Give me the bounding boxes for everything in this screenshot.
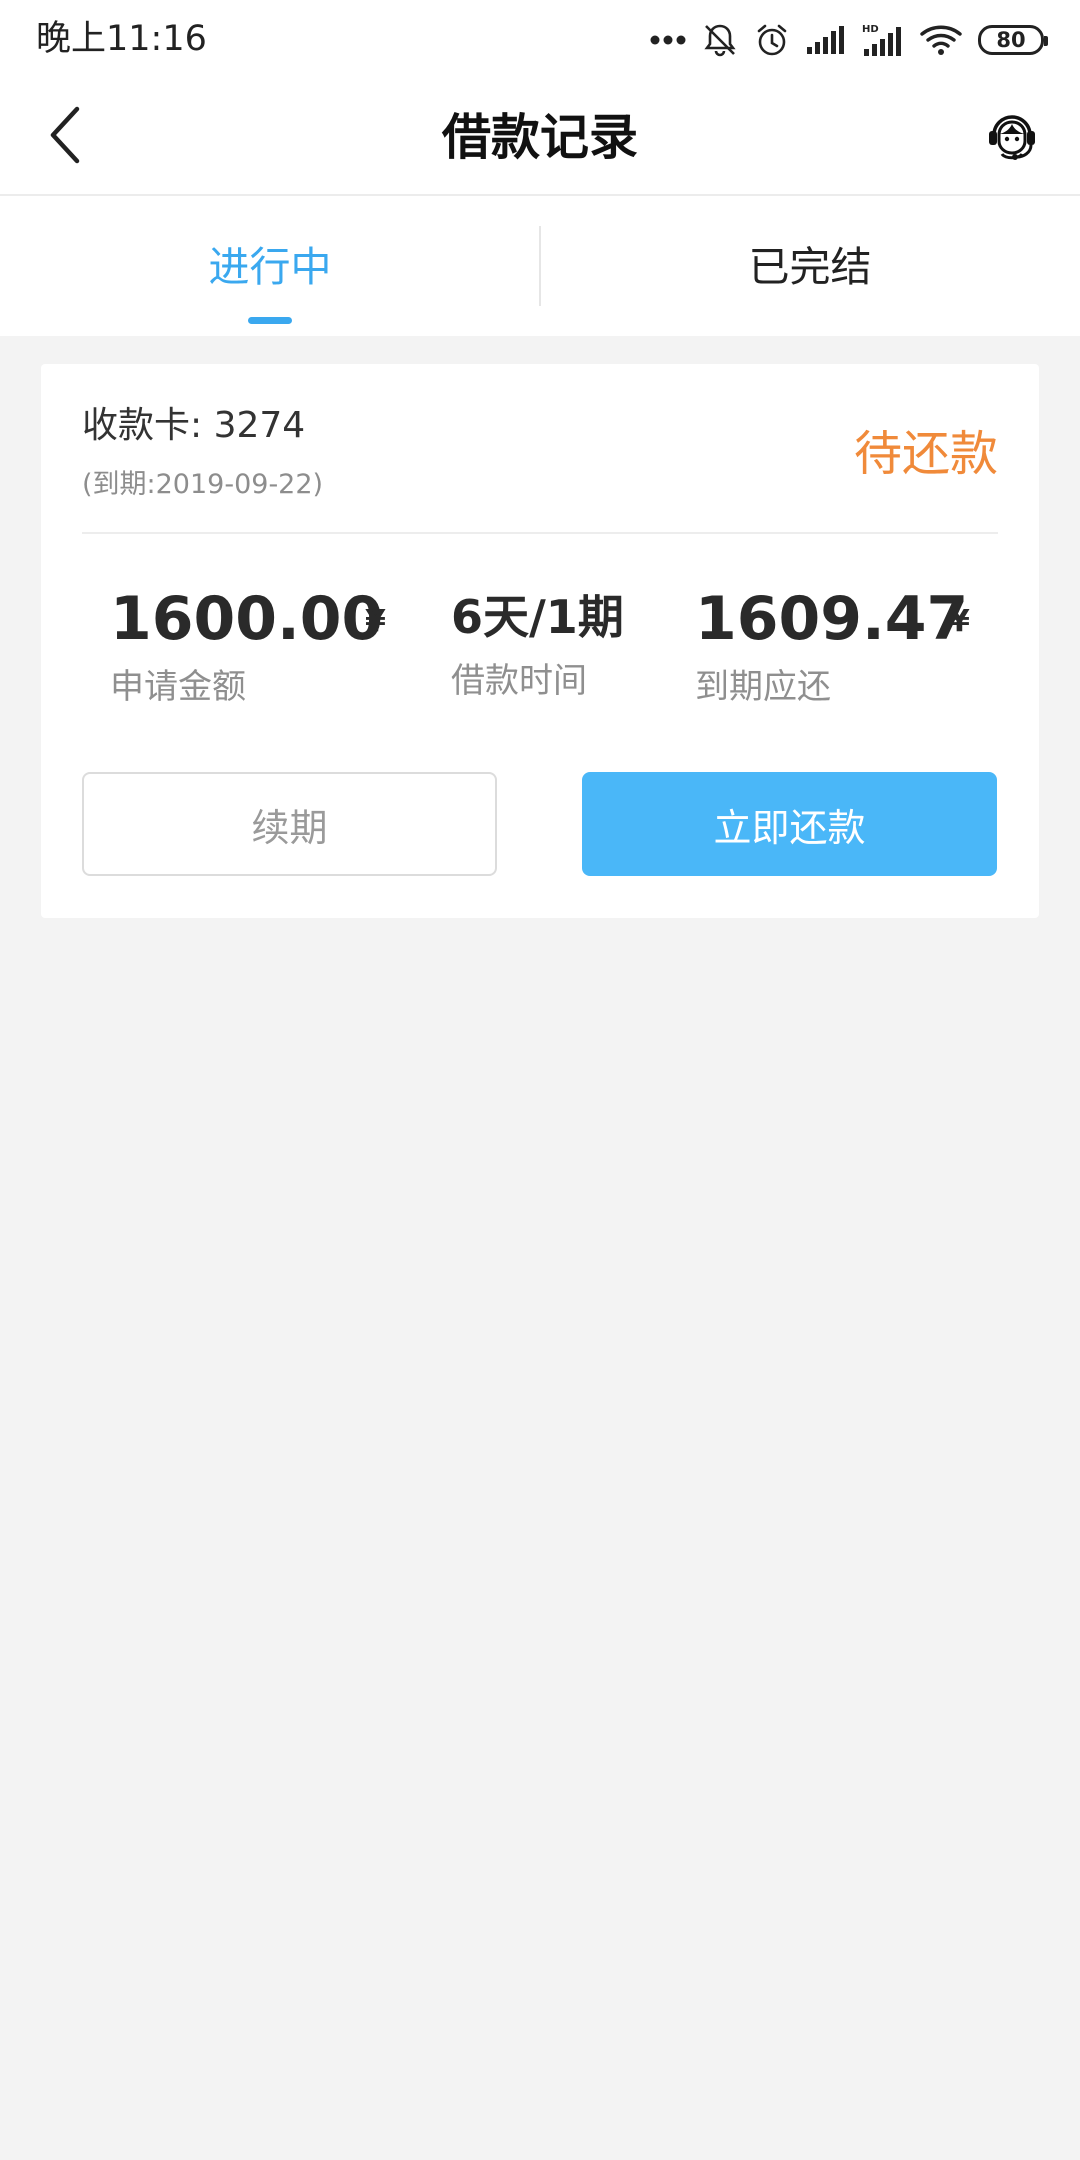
status-icons: HD 80 [650, 18, 1048, 62]
customer-service-icon [984, 107, 1040, 167]
applied-amount-stat: 1600.00 申请金额 [110, 584, 383, 708]
loan-term-label: 借款时间 [451, 661, 587, 701]
customer-service-button[interactable] [980, 105, 1044, 169]
battery-icon: 80 [978, 25, 1048, 55]
more-dots-icon [650, 35, 686, 45]
loan-card: 收款卡: 3274 (到期:2019-09-22) 待还款 1600.00 申请… [41, 364, 1039, 918]
tab-completed[interactable]: 已完结 [540, 196, 1080, 336]
status-bar: 晚上11:16 HD 80 [0, 0, 1080, 80]
loan-tabs: 进行中 已完结 [0, 196, 1080, 336]
due-amount: 1609.47 [695, 584, 969, 654]
loan-term-stat: 6天/1期 借款时间 [451, 586, 624, 702]
active-tab-indicator [248, 317, 292, 324]
tab-in-progress[interactable]: 进行中 [0, 196, 540, 336]
applied-amount-currency: ¥ [365, 604, 386, 639]
due-date: (到期:2019-09-22) [82, 469, 324, 500]
due-amount-currency: ¥ [949, 604, 970, 639]
tab-label: 进行中 [208, 243, 332, 291]
wifi-icon [920, 24, 962, 56]
app-header: 借款记录 [0, 80, 1080, 196]
hd-signal-icon: HD [862, 23, 904, 57]
loan-card-header: 收款卡: 3274 (到期:2019-09-22) 待还款 [82, 364, 998, 534]
due-amount-stat: 1609.47 到期应还 [695, 584, 968, 708]
renew-button[interactable]: 续期 [82, 772, 497, 876]
signal-icon [806, 25, 846, 55]
muted-bell-icon [702, 22, 738, 58]
applied-amount: 1600.00 [110, 584, 384, 654]
repay-now-button[interactable]: 立即还款 [582, 772, 997, 876]
svg-text:HD: HD [862, 24, 879, 35]
due-amount-label: 到期应还 [695, 667, 831, 707]
loan-term: 6天/1期 [451, 590, 624, 644]
applied-amount-label: 申请金额 [110, 667, 246, 707]
tab-label: 已完结 [748, 243, 872, 291]
receiving-card: 收款卡: 3274 [82, 405, 306, 446]
status-badge: 待还款 [853, 426, 998, 482]
page-title: 借款记录 [441, 109, 638, 166]
alarm-icon [754, 22, 790, 58]
status-time: 晚上11:16 [36, 19, 207, 59]
